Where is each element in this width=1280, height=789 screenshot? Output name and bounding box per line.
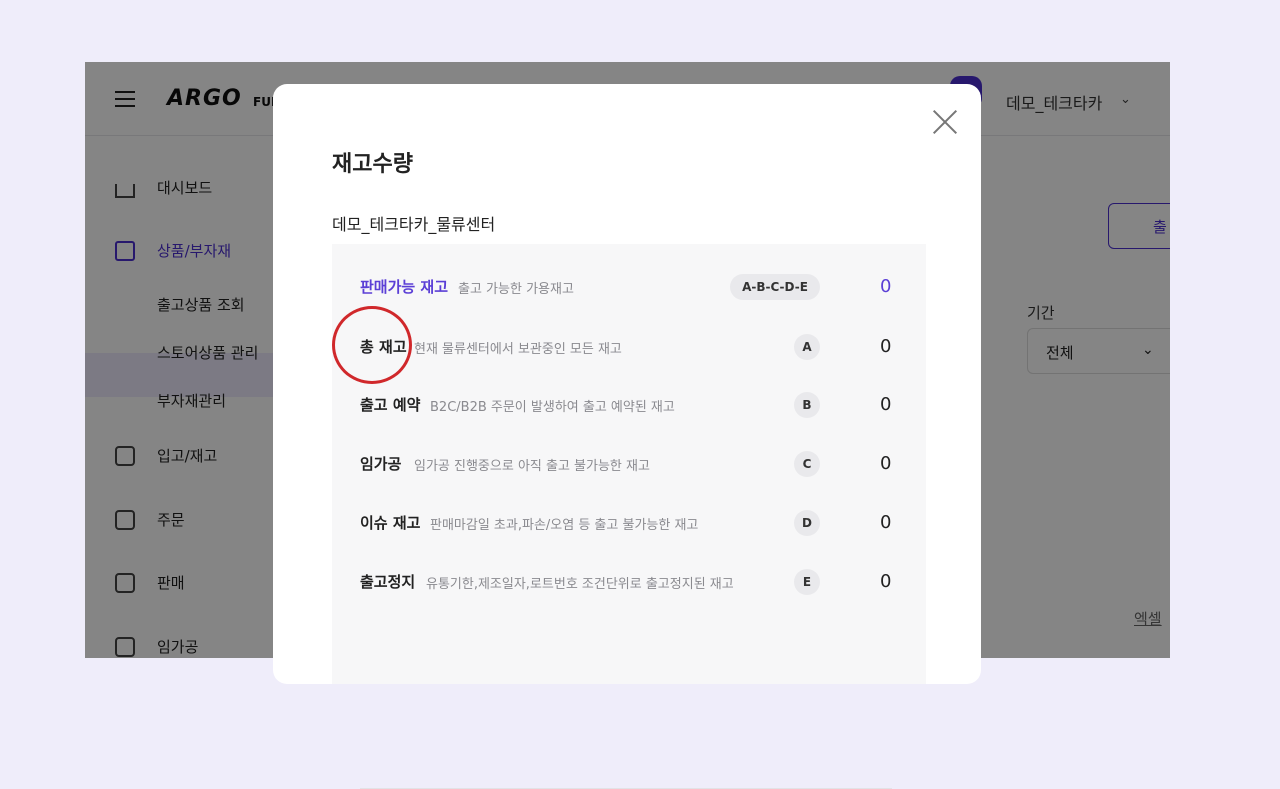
row-badge: B [794,392,820,418]
row-name: 판매가능 재고 [360,278,449,296]
row-badge: C [794,451,820,477]
row-name: 이슈 재고 [360,514,421,532]
row-value: 0 [880,336,892,357]
row-name: 출고정지 [360,573,416,591]
inventory-row: 이슈 재고 판매마감일 초과,파손/오염 등 출고 불가능한 재고 D 0 [332,502,926,542]
annotation-circle [332,306,412,384]
modal-title: 재고수량 [332,152,413,177]
row-description: 유통기한,제조일자,로트번호 조건단위로 출고정지된 재고 [426,577,734,592]
row-name: 임가공 [360,455,402,473]
inventory-row: 총 재고 현재 물류센터에서 보관중인 모든 재고 A 0 [332,326,926,366]
row-badge: A-B-C-D-E [730,274,820,300]
inventory-row: 판매가능 재고 출고 가능한 가용재고 A-B-C-D-E 0 [332,266,926,306]
row-description: 임가공 진행중으로 아직 출고 불가능한 재고 [414,459,650,474]
row-name: 출고 예약 [360,396,421,414]
row-value: 0 [880,394,892,415]
row-badge: D [794,510,820,536]
inventory-modal: 재고수량 데모_테크타카_물류센터 판매가능 재고 출고 가능한 가용재고 A-… [273,84,981,789]
close-icon[interactable] [931,108,959,136]
row-value: 0 [880,453,892,474]
row-value: 0 [880,571,892,592]
row-description: 판매마감일 초과,파손/오염 등 출고 불가능한 재고 [430,518,699,533]
row-badge: A [794,334,820,360]
row-badge: E [794,569,820,595]
row-description: 출고 가능한 가용재고 [458,282,574,297]
row-description: B2C/B2B 주문이 발생하여 출고 예약된 재고 [430,400,675,415]
row-value: 0 [880,512,892,533]
inventory-row: 출고 예약 B2C/B2B 주문이 발생하여 출고 예약된 재고 B 0 [332,384,926,424]
inventory-row: 임가공 임가공 진행중으로 아직 출고 불가능한 재고 C 0 [332,443,926,483]
inventory-panel: 판매가능 재고 출고 가능한 가용재고 A-B-C-D-E 0 총 재고 현재 … [332,244,926,789]
row-description: 현재 물류센터에서 보관중인 모든 재고 [414,342,622,357]
center-name: 데모_테크타카_물류센터 [332,215,496,234]
inventory-row: 출고정지 유통기한,제조일자,로트번호 조건단위로 출고정지된 재고 E 0 [332,561,926,601]
row-value: 0 [880,276,892,297]
